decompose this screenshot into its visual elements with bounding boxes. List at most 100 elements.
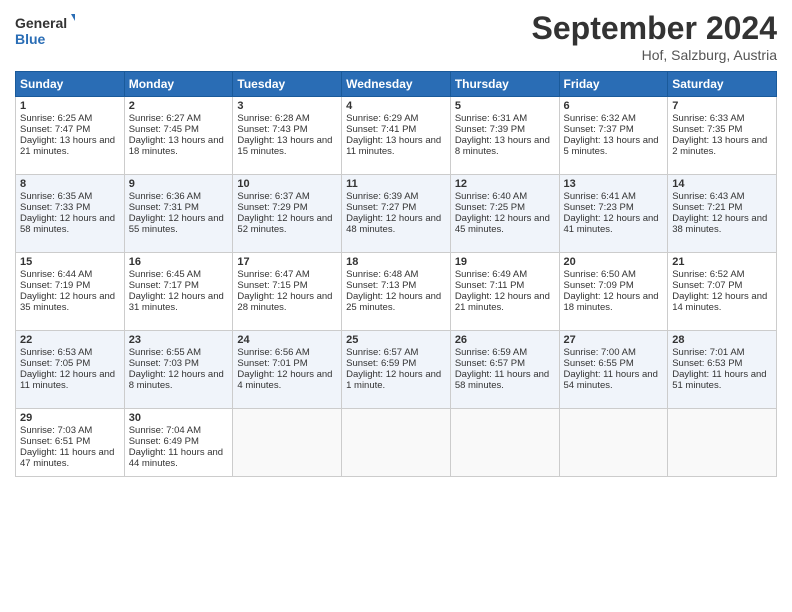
day-number: 20 [564, 256, 664, 268]
day-number: 23 [129, 334, 229, 346]
calendar-cell: 5 Sunrise: 6:31 AM Sunset: 7:39 PM Dayli… [450, 97, 559, 175]
daylight: Daylight: 11 hours and 47 minutes. [20, 447, 114, 469]
calendar-cell: 20 Sunrise: 6:50 AM Sunset: 7:09 PM Dayl… [559, 253, 668, 331]
day-number: 6 [564, 100, 664, 112]
calendar-cell: 10 Sunrise: 6:37 AM Sunset: 7:29 PM Dayl… [233, 175, 342, 253]
day-number: 28 [672, 334, 772, 346]
daylight: Daylight: 12 hours and 52 minutes. [237, 213, 332, 235]
sunset: Sunset: 6:57 PM [455, 358, 525, 369]
calendar-cell: 25 Sunrise: 6:57 AM Sunset: 6:59 PM Dayl… [342, 331, 451, 409]
calendar-cell: 26 Sunrise: 6:59 AM Sunset: 6:57 PM Dayl… [450, 331, 559, 409]
daylight: Daylight: 12 hours and 21 minutes. [455, 291, 550, 313]
sunrise: Sunrise: 6:41 AM [564, 191, 636, 202]
daylight: Daylight: 13 hours and 18 minutes. [129, 135, 224, 157]
daylight: Daylight: 12 hours and 25 minutes. [346, 291, 441, 313]
daylight: Daylight: 12 hours and 11 minutes. [20, 369, 115, 391]
day-number: 1 [20, 100, 120, 112]
daylight: Daylight: 12 hours and 18 minutes. [564, 291, 659, 313]
day-number: 14 [672, 178, 772, 190]
col-header-wednesday: Wednesday [342, 72, 451, 97]
sunrise: Sunrise: 6:48 AM [346, 269, 418, 280]
svg-text:Blue: Blue [15, 31, 46, 47]
daylight: Daylight: 12 hours and 1 minute. [346, 369, 441, 391]
calendar-cell: 21 Sunrise: 6:52 AM Sunset: 7:07 PM Dayl… [668, 253, 777, 331]
daylight: Daylight: 13 hours and 11 minutes. [346, 135, 441, 157]
calendar-page: General Blue September 2024 Hof, Salzbur… [0, 0, 792, 612]
day-number: 16 [129, 256, 229, 268]
sunset: Sunset: 6:59 PM [346, 358, 416, 369]
daylight: Daylight: 11 hours and 54 minutes. [564, 369, 658, 391]
sunrise: Sunrise: 6:53 AM [20, 347, 92, 358]
sunset: Sunset: 7:29 PM [237, 202, 307, 213]
sunrise: Sunrise: 6:40 AM [455, 191, 527, 202]
sunset: Sunset: 7:35 PM [672, 124, 742, 135]
calendar-cell [342, 409, 451, 477]
sunset: Sunset: 6:49 PM [129, 436, 199, 447]
sunrise: Sunrise: 6:28 AM [237, 113, 309, 124]
sunrise: Sunrise: 6:57 AM [346, 347, 418, 358]
calendar-cell: 29 Sunrise: 7:03 AM Sunset: 6:51 PM Dayl… [16, 409, 125, 477]
calendar-cell: 11 Sunrise: 6:39 AM Sunset: 7:27 PM Dayl… [342, 175, 451, 253]
sunset: Sunset: 7:13 PM [346, 280, 416, 291]
daylight: Daylight: 12 hours and 48 minutes. [346, 213, 441, 235]
day-number: 22 [20, 334, 120, 346]
daylight: Daylight: 12 hours and 38 minutes. [672, 213, 767, 235]
calendar-cell: 17 Sunrise: 6:47 AM Sunset: 7:15 PM Dayl… [233, 253, 342, 331]
daylight: Daylight: 12 hours and 14 minutes. [672, 291, 767, 313]
day-number: 3 [237, 100, 337, 112]
day-number: 26 [455, 334, 555, 346]
sunrise: Sunrise: 6:36 AM [129, 191, 201, 202]
day-number: 21 [672, 256, 772, 268]
day-number: 8 [20, 178, 120, 190]
calendar-cell: 16 Sunrise: 6:45 AM Sunset: 7:17 PM Dayl… [124, 253, 233, 331]
sunset: Sunset: 7:01 PM [237, 358, 307, 369]
daylight: Daylight: 12 hours and 55 minutes. [129, 213, 224, 235]
calendar-cell: 28 Sunrise: 7:01 AM Sunset: 6:53 PM Dayl… [668, 331, 777, 409]
daylight: Daylight: 13 hours and 5 minutes. [564, 135, 659, 157]
sunset: Sunset: 6:51 PM [20, 436, 90, 447]
daylight: Daylight: 12 hours and 45 minutes. [455, 213, 550, 235]
calendar-cell [559, 409, 668, 477]
sunrise: Sunrise: 6:55 AM [129, 347, 201, 358]
sunset: Sunset: 7:41 PM [346, 124, 416, 135]
calendar-table: SundayMondayTuesdayWednesdayThursdayFrid… [15, 71, 777, 477]
sunset: Sunset: 7:17 PM [129, 280, 199, 291]
calendar-cell: 6 Sunrise: 6:32 AM Sunset: 7:37 PM Dayli… [559, 97, 668, 175]
day-number: 15 [20, 256, 120, 268]
calendar-cell [233, 409, 342, 477]
sunrise: Sunrise: 6:29 AM [346, 113, 418, 124]
daylight: Daylight: 13 hours and 15 minutes. [237, 135, 332, 157]
sunrise: Sunrise: 7:04 AM [129, 425, 201, 436]
sunrise: Sunrise: 7:03 AM [20, 425, 92, 436]
col-header-monday: Monday [124, 72, 233, 97]
calendar-cell: 12 Sunrise: 6:40 AM Sunset: 7:25 PM Dayl… [450, 175, 559, 253]
sunset: Sunset: 7:03 PM [129, 358, 199, 369]
daylight: Daylight: 12 hours and 31 minutes. [129, 291, 224, 313]
calendar-cell: 30 Sunrise: 7:04 AM Sunset: 6:49 PM Dayl… [124, 409, 233, 477]
calendar-cell: 13 Sunrise: 6:41 AM Sunset: 7:23 PM Dayl… [559, 175, 668, 253]
day-number: 4 [346, 100, 446, 112]
calendar-cell: 22 Sunrise: 6:53 AM Sunset: 7:05 PM Dayl… [16, 331, 125, 409]
sunrise: Sunrise: 6:44 AM [20, 269, 92, 280]
day-number: 17 [237, 256, 337, 268]
day-number: 12 [455, 178, 555, 190]
daylight: Daylight: 11 hours and 51 minutes. [672, 369, 766, 391]
sunset: Sunset: 7:15 PM [237, 280, 307, 291]
day-number: 11 [346, 178, 446, 190]
sunset: Sunset: 7:47 PM [20, 124, 90, 135]
sunset: Sunset: 7:39 PM [455, 124, 525, 135]
calendar-cell: 24 Sunrise: 6:56 AM Sunset: 7:01 PM Dayl… [233, 331, 342, 409]
sunset: Sunset: 7:21 PM [672, 202, 742, 213]
day-number: 27 [564, 334, 664, 346]
day-number: 5 [455, 100, 555, 112]
calendar-cell: 27 Sunrise: 7:00 AM Sunset: 6:55 PM Dayl… [559, 331, 668, 409]
col-header-saturday: Saturday [668, 72, 777, 97]
day-number: 10 [237, 178, 337, 190]
sunrise: Sunrise: 6:25 AM [20, 113, 92, 124]
sunrise: Sunrise: 7:01 AM [672, 347, 744, 358]
sunset: Sunset: 7:33 PM [20, 202, 90, 213]
col-header-friday: Friday [559, 72, 668, 97]
sunrise: Sunrise: 6:45 AM [129, 269, 201, 280]
sunset: Sunset: 7:19 PM [20, 280, 90, 291]
col-header-sunday: Sunday [16, 72, 125, 97]
